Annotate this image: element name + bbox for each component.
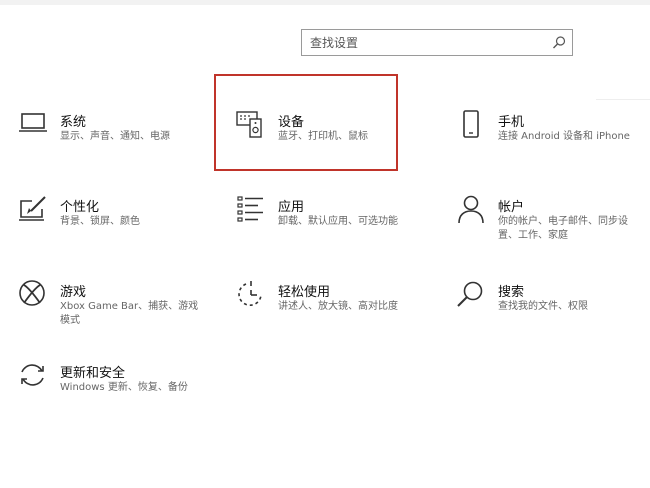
tile-phone-title: 手机 (498, 115, 525, 130)
phone-icon (456, 110, 486, 140)
tile-search[interactable]: 搜索 查找我的文件、权限 (456, 280, 641, 335)
apps-list-icon (236, 195, 266, 225)
tile-system-title: 系统 (60, 115, 87, 130)
tile-gaming-title: 游戏 (60, 285, 87, 300)
tile-apps[interactable]: 应用 卸载、默认应用、可选功能 (236, 195, 421, 250)
tile-ease-of-access-desc: 讲述人、放大镜、高对比度 (278, 301, 398, 312)
tile-accounts-desc-line2: 置、工作、家庭 (498, 230, 568, 241)
tile-personalization-title: 个性化 (60, 200, 100, 215)
tile-phone-desc: 连接 Android 设备和 iPhone (498, 131, 630, 142)
tile-personalization-desc: 背景、锁屏、颜色 (60, 216, 140, 227)
paint-icon (18, 195, 48, 225)
tile-gaming-desc: Xbox Game Bar、捕获、游戏 模式 (60, 300, 198, 328)
tile-phone[interactable]: 手机 连接 Android 设备和 iPhone (456, 110, 641, 165)
tile-ease-of-access[interactable]: 轻松使用 讲述人、放大镜、高对比度 (236, 280, 421, 335)
tile-accounts-desc: 你的帐户、电子邮件、同步设 置、工作、家庭 (498, 215, 628, 243)
tile-gaming-desc-line2: 模式 (60, 315, 80, 326)
search-button-icon[interactable] (550, 34, 568, 52)
xbox-icon (18, 280, 48, 310)
tile-gaming[interactable]: 游戏 Xbox Game Bar、捕获、游戏 模式 (18, 280, 203, 335)
tile-accounts[interactable]: 帐户 你的帐户、电子邮件、同步设 置、工作、家庭 (456, 195, 641, 250)
laptop-icon (18, 110, 48, 140)
tile-accounts-desc-line1: 你的帐户、电子邮件、同步设 (498, 216, 628, 227)
tile-accounts-title: 帐户 (498, 200, 525, 215)
tile-system-desc: 显示、声音、通知、电源 (60, 131, 170, 142)
tile-ease-of-access-title: 轻松使用 (278, 285, 331, 300)
tile-gaming-desc-line1: Xbox Game Bar、捕获、游戏 (60, 301, 199, 312)
tile-update-security-title: 更新和安全 (60, 366, 126, 381)
tile-system[interactable]: 系统 显示、声音、通知、电源 (18, 110, 203, 165)
ease-of-access-icon (236, 280, 266, 310)
window-top-strip (0, 0, 650, 5)
divider-line (596, 99, 650, 100)
tile-update-security[interactable]: 更新和安全 Windows 更新、恢复、备份 (18, 361, 203, 416)
sync-icon (18, 361, 48, 391)
person-icon (456, 195, 486, 225)
tile-apps-title: 应用 (278, 200, 305, 215)
tile-update-security-desc: Windows 更新、恢复、备份 (60, 382, 188, 393)
search-input[interactable] (302, 30, 542, 55)
search-settings-box[interactable] (301, 29, 573, 56)
tile-personalization[interactable]: 个性化 背景、锁屏、颜色 (18, 195, 203, 250)
highlight-box (214, 74, 398, 171)
search-icon (456, 280, 486, 310)
tile-apps-desc: 卸载、默认应用、可选功能 (278, 216, 398, 227)
tile-search-title: 搜索 (498, 285, 525, 300)
tile-search-desc: 查找我的文件、权限 (498, 301, 588, 312)
